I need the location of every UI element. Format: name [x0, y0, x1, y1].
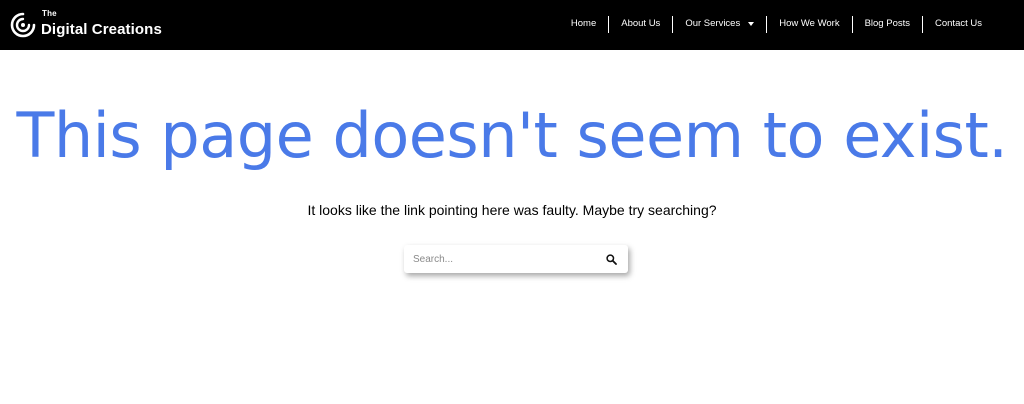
nav-item-our-services[interactable]: Our Services — [673, 14, 766, 34]
nav-item-label: Blog Posts — [864, 18, 910, 29]
nav-item-contact-us[interactable]: Contact Us — [923, 14, 994, 34]
nav-item-how-we-work[interactable]: How We Work — [767, 14, 851, 34]
nav-item-label: How We Work — [779, 18, 840, 29]
logo-name: Digital Creations — [41, 20, 162, 38]
search-input[interactable] — [404, 245, 596, 273]
search-button[interactable] — [596, 245, 626, 273]
swirl-logo-icon — [10, 12, 36, 38]
nav-item-blog-posts[interactable]: Blog Posts — [853, 14, 922, 34]
nav-item-home[interactable]: Home — [559, 14, 608, 34]
caret-down-icon[interactable] — [748, 22, 755, 26]
nav-item-label: About Us — [621, 18, 661, 29]
nav-item-label: Home — [570, 18, 597, 29]
main-nav: Home About Us Our Services How We Work B… — [559, 14, 994, 34]
site-header: The Digital Creations Home About Us Our … — [0, 0, 1024, 50]
nav-item-label: Contact Us — [935, 18, 982, 29]
page-title: This page doesn't seem to exist. — [16, 99, 1009, 172]
nav-item-label: Our Services — [685, 18, 741, 29]
nav-item-about-us[interactable]: About Us — [609, 14, 672, 34]
search-form — [404, 245, 628, 273]
page-subtext: It looks like the link pointing here was… — [307, 202, 717, 218]
logo-wordmark: The Digital Creations — [41, 9, 162, 38]
site-logo[interactable]: The Digital Creations — [10, 9, 162, 41]
logo-small-text: The — [42, 8, 57, 18]
search-icon — [605, 253, 617, 265]
